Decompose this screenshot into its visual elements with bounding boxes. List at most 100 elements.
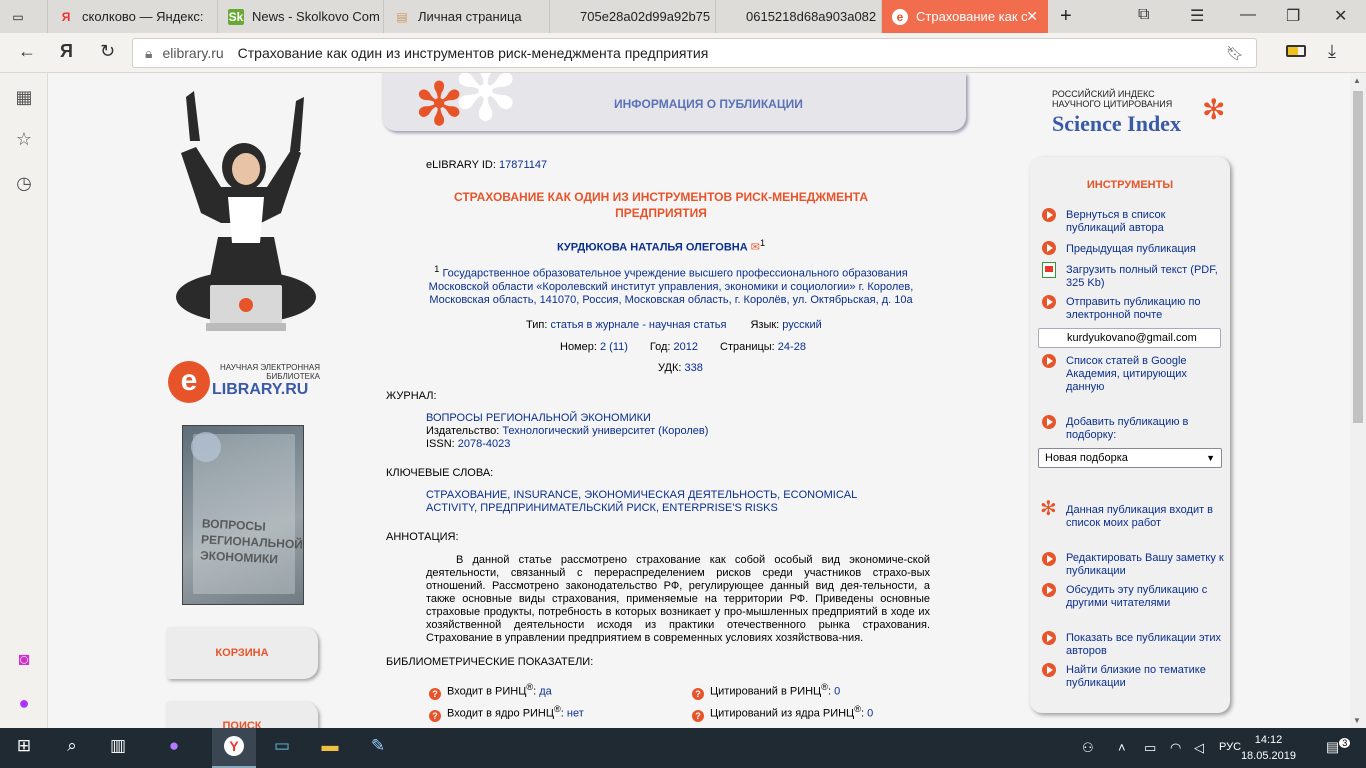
- mail-icon[interactable]: ✉: [751, 242, 760, 254]
- journal-heading: ЖУРНАЛ:: [386, 390, 437, 402]
- search-icon[interactable]: ⌕: [60, 736, 84, 756]
- tab-active-insurance[interactable]: e Страхование как с ✕: [882, 0, 1048, 33]
- collection-select[interactable]: Новая подборка ▼: [1038, 448, 1222, 468]
- alice-icon[interactable]: ●: [14, 693, 34, 714]
- search-button[interactable]: ПОИСК: [166, 701, 318, 728]
- biblio-rinc-citations: ? Цитирований в РИНЦ®: 0: [692, 681, 840, 700]
- bookmark-icon[interactable]: 🔖︎: [1226, 45, 1244, 62]
- url-field[interactable]: 🔒︎ elibrary.ru Страхование как один из и…: [132, 38, 1257, 68]
- yandex-icon: Я: [61, 9, 71, 24]
- folder-icon[interactable]: ▬: [318, 736, 342, 756]
- history-icon[interactable]: ◷: [14, 173, 34, 194]
- people-icon[interactable]: ⚇: [1082, 740, 1094, 756]
- task-view-icon[interactable]: ▥: [106, 736, 130, 756]
- new-tab-button[interactable]: +: [1050, 0, 1082, 33]
- author-publications-link[interactable]: Показать все публикации этих авторов: [1066, 632, 1226, 658]
- email-publication-link[interactable]: Отправить публикацию по электронной почт…: [1066, 296, 1226, 322]
- close-icon[interactable]: ✕: [1026, 8, 1038, 25]
- battery-icon[interactable]: [1286, 45, 1306, 57]
- cart-button[interactable]: КОРЗИНА: [166, 627, 318, 679]
- scroll-down-icon[interactable]: ▼: [1353, 716, 1361, 725]
- page-icon: ▤: [396, 9, 408, 24]
- sk-icon: Sk: [228, 8, 244, 25]
- sidebar-toggle-button[interactable]: ▭: [0, 0, 48, 33]
- elibrary-logo[interactable]: e НАУЧНАЯ ЭЛЕКТРОННАЯ БИБЛИОТЕКА LIBRARY…: [168, 361, 328, 407]
- issue-link[interactable]: 2 (11): [600, 341, 628, 353]
- taskbar: ⊞ ⌕ ▥ ● Y ▭ ▬ ✎ ⚇ ˄ ▭ ◠ ◁ РУС 14:12 18.0…: [0, 728, 1366, 768]
- tab-yandex[interactable]: Ясколково — Яндекс:: [48, 0, 218, 33]
- abstract-heading: АННОТАЦИЯ:: [386, 531, 459, 543]
- elibrary-id: eLIBRARY ID: 17871147: [426, 159, 548, 171]
- pdf-icon: [1042, 262, 1056, 278]
- download-icon[interactable]: ⤓: [1328, 41, 1336, 62]
- arrow-icon: [1042, 583, 1056, 597]
- google-scholar-link[interactable]: Список статей в Google Академия, цитирую…: [1066, 355, 1226, 394]
- science-index-logo[interactable]: РОССИЙСКИЙ ИНДЕКС НАУЧНОГО ЦИТИРОВАНИЯ S…: [1052, 89, 1232, 139]
- sidebar-toggle-icon: ▭: [12, 9, 24, 24]
- clock[interactable]: 14:12 18.05.2019: [1241, 732, 1296, 764]
- help-icon[interactable]: ?: [692, 687, 704, 700]
- web-page: e НАУЧНАЯ ЭЛЕКТРОННАЯ БИБЛИОТЕКА LIBRARY…: [48, 73, 1350, 728]
- yandex-logo-icon[interactable]: Я: [60, 41, 73, 62]
- computer-icon[interactable]: ▭: [270, 736, 294, 756]
- help-icon[interactable]: ?: [692, 709, 704, 722]
- chevron-up-icon[interactable]: ˄: [1118, 740, 1126, 755]
- arrow-icon: [1042, 415, 1056, 429]
- previous-publication-link[interactable]: Предыдущая публикация: [1066, 243, 1226, 256]
- publisher-line: Издательство: Технологический университе…: [426, 425, 709, 437]
- volume-icon[interactable]: ◁: [1194, 740, 1204, 756]
- scroll-up-icon[interactable]: ▲: [1353, 76, 1361, 85]
- tab-hash-2[interactable]: 0615218d68a903a082: [716, 0, 882, 33]
- restore-icon[interactable]: ❐: [1286, 6, 1300, 26]
- close-window-icon[interactable]: ✕: [1334, 6, 1347, 26]
- tab-personal-page[interactable]: ▤ Личная страница: [384, 0, 550, 33]
- udk-line: УДК: 338: [658, 362, 703, 374]
- tab-skolkovo[interactable]: Sk News - Skolkovo Com: [218, 0, 384, 33]
- my-works-link[interactable]: Данная публикация входит в список моих р…: [1066, 504, 1226, 530]
- biblio-heading: БИБЛИОМЕТРИЧЕСКИЕ ПОКАЗАТЕЛИ:: [386, 656, 594, 668]
- tab-hash-1[interactable]: 705e28a02d99a92b75: [550, 0, 716, 33]
- edit-note-link[interactable]: Редактировать Вашу заметку к публикации: [1066, 552, 1226, 578]
- alice-chat-icon[interactable]: ◙: [14, 649, 34, 670]
- reload-icon[interactable]: ↻: [100, 41, 115, 62]
- author-link[interactable]: КУРДЮКОВА НАТАЛЬЯ ОЛЕГОВНА: [557, 242, 748, 254]
- notifications-icon[interactable]: ▤ 3: [1326, 738, 1351, 756]
- page-scrollbar[interactable]: ▲ ▼: [1350, 73, 1366, 728]
- asterisk-decor-icon: ✻: [452, 73, 520, 137]
- star-icon[interactable]: ☆: [14, 129, 34, 150]
- windows-start-icon[interactable]: ⊞: [12, 736, 36, 756]
- paint-icon[interactable]: ✎: [366, 736, 390, 756]
- network-icon[interactable]: ▭: [1144, 740, 1156, 756]
- scrollbar-thumb[interactable]: [1353, 91, 1363, 423]
- arrow-icon: [1042, 295, 1056, 309]
- email-field[interactable]: kurdyukovano@gmail.com: [1038, 328, 1221, 348]
- journal-link[interactable]: ВОПРОСЫ РЕГИОНАЛЬНОЙ ЭКОНОМИКИ: [426, 412, 651, 425]
- add-to-collection-link[interactable]: Добавить публикацию в подборку:: [1066, 416, 1226, 442]
- wifi-icon[interactable]: ◠: [1170, 740, 1181, 756]
- asterisk-icon: ✻: [1040, 498, 1057, 520]
- help-icon[interactable]: ?: [429, 687, 441, 700]
- tools-title: ИНСТРУМЕНТЫ: [1086, 179, 1174, 191]
- url-title: Страхование как один из инструментов рис…: [237, 45, 709, 61]
- back-icon[interactable]: ←: [18, 41, 36, 62]
- back-to-author-list-link[interactable]: Вернуться в список публикаций автора: [1066, 209, 1226, 235]
- minimize-icon[interactable]: —: [1240, 6, 1256, 24]
- download-fulltext-link[interactable]: Загрузить полный текст (PDF, 325 Kb): [1066, 264, 1226, 290]
- alice-icon[interactable]: ●: [162, 736, 186, 756]
- yandex-browser-taskbar-button[interactable]: Y: [212, 728, 256, 768]
- similar-publications-link[interactable]: Найти близкие по тематике публикации: [1066, 664, 1226, 690]
- help-icon[interactable]: ?: [429, 709, 441, 722]
- arrow-icon: [1042, 552, 1056, 566]
- discuss-publication-link[interactable]: Обсудить эту публикацию с другими читате…: [1066, 584, 1226, 610]
- apps-grid-icon[interactable]: ▦: [14, 87, 34, 108]
- language-indicator[interactable]: РУС: [1219, 741, 1241, 753]
- arrow-icon: [1042, 354, 1056, 368]
- author-line: КУРДЮКОВА НАТАЛЬЯ ОЛЕГОВНА ✉1: [556, 238, 766, 254]
- keywords-list[interactable]: СТРАХОВАНИЕ, INSURANCE, ЭКОНОМИЧЕСКАЯ ДЕ…: [426, 489, 886, 515]
- arrow-icon: [1042, 241, 1056, 255]
- menu-icon[interactable]: ☰: [1190, 6, 1204, 26]
- abstract-text: В данной статье рассмотрено страхование …: [426, 554, 930, 644]
- bookmarks-icon[interactable]: ⧉: [1138, 6, 1149, 24]
- asterisk-icon: ✻: [1202, 94, 1226, 125]
- journal-cover-image[interactable]: ВОПРОСЫ РЕГИОНАЛЬНОЙ ЭКОНОМИКИ: [182, 425, 304, 605]
